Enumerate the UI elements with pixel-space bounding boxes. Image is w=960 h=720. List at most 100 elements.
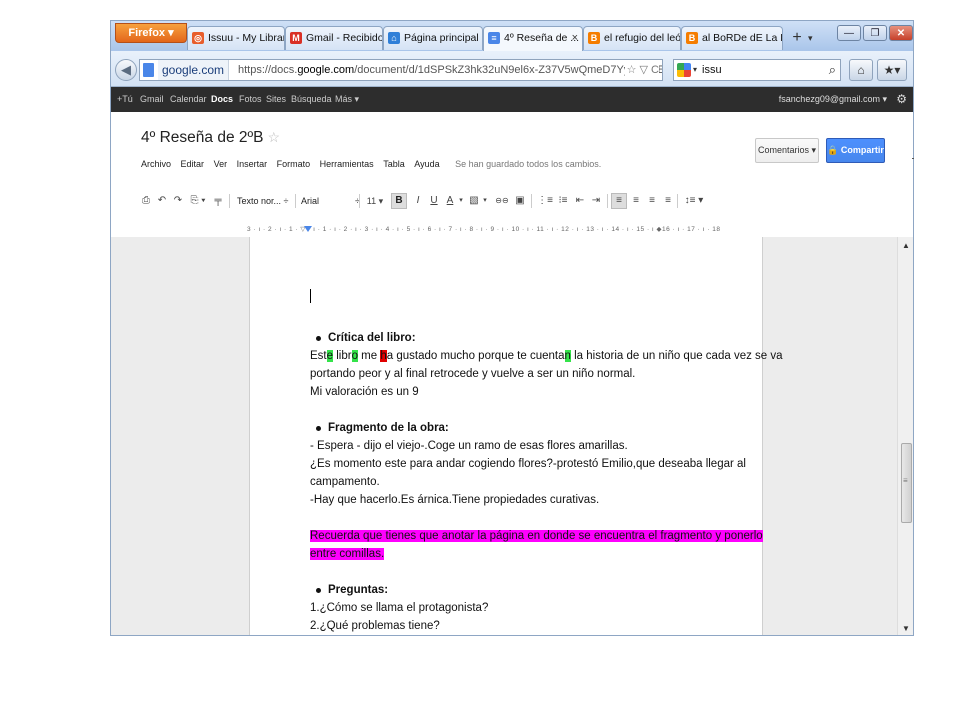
star-icon[interactable]: ☆: [268, 129, 281, 145]
critica-line-3[interactable]: Mi valoración es un 9: [310, 383, 419, 401]
toolbar-divider: [531, 194, 532, 208]
align-right-icon[interactable]: ≡: [645, 187, 659, 215]
search-input[interactable]: issu: [702, 60, 722, 80]
menu-herramientas[interactable]: Herramientas: [320, 159, 374, 169]
close-tab-icon[interactable]: ×: [572, 27, 578, 49]
bold-button[interactable]: B: [391, 193, 407, 209]
line-spacing-icon[interactable]: ↕≡ ▾: [681, 187, 707, 215]
reminder-line[interactable]: Recuerda que tienes que anotar la página…: [310, 527, 763, 545]
print-icon[interactable]: ⎙: [139, 187, 153, 215]
share-button[interactable]: 🔒 Compartir: [826, 138, 885, 163]
menu-ver[interactable]: Ver: [214, 159, 228, 169]
text-color-button[interactable]: A: [443, 187, 457, 215]
gbar-mas[interactable]: Más ▾: [335, 87, 359, 112]
url-text[interactable]: https://docs.google.com/document/d/1dSPS…: [238, 60, 662, 80]
new-tab-button[interactable]: +: [787, 29, 807, 47]
gear-icon[interactable]: ⚙: [896, 87, 907, 112]
scroll-down-icon[interactable]: ▼: [902, 624, 910, 633]
gbar-plus-tu[interactable]: +Tú: [117, 87, 133, 112]
chevron-down-icon[interactable]: ▾: [693, 60, 697, 80]
fragmento-line[interactable]: ¿Es momento este para andar cogiendo flo…: [310, 455, 746, 473]
vertical-scrollbar[interactable]: ▲ ≡ ▼: [897, 237, 913, 635]
indent-marker-icon[interactable]: [304, 226, 312, 232]
gbar-sites[interactable]: Sites: [266, 87, 286, 112]
comment-icon[interactable]: ▣: [513, 187, 527, 215]
menu-editar[interactable]: Editar: [181, 159, 205, 169]
highlight-color-icon[interactable]: ▧: [467, 187, 481, 215]
link-icon[interactable]: ⊖⊖: [493, 187, 511, 215]
font-size-select[interactable]: 11 ▾: [365, 187, 385, 215]
chevron-down-icon[interactable]: ▾: [481, 187, 489, 215]
tab-list-icon[interactable]: ▾: [808, 29, 820, 47]
heading-critica[interactable]: Crítica del libro:: [316, 329, 416, 347]
redo-icon[interactable]: ↷: [171, 187, 185, 215]
paint-format-icon[interactable]: ╤: [211, 187, 225, 215]
document-page[interactable]: Crítica del libro: Este libro me ha gust…: [249, 237, 783, 635]
gbar-busqueda[interactable]: Búsqueda: [291, 87, 332, 112]
back-button[interactable]: ◀: [115, 59, 137, 81]
undo-icon[interactable]: ↶: [155, 187, 169, 215]
scroll-up-icon[interactable]: ▲: [902, 241, 910, 250]
justify-icon[interactable]: ≡: [661, 187, 675, 215]
tab-issuu[interactable]: ◎ Issuu - My Library: [187, 26, 285, 50]
close-window-button[interactable]: ✕: [889, 25, 913, 41]
fragmento-line[interactable]: - Espera - dijo el viejo-.Coge un ramo d…: [310, 437, 628, 455]
fragmento-line[interactable]: -Hay que hacerlo.Es árnica.Tiene propied…: [310, 491, 599, 509]
tab-borde-de-la[interactable]: B al BoRDe dE La L...: [681, 26, 783, 50]
search-bar[interactable]: ▾ issu ⌕: [673, 59, 841, 81]
menu-formato[interactable]: Formato: [277, 159, 311, 169]
blogger-icon: B: [686, 32, 698, 44]
tab-resena-active[interactable]: ≡ 4º Reseña de ... ×: [483, 26, 583, 51]
menu-ayuda[interactable]: Ayuda: [414, 159, 439, 169]
italic-button[interactable]: I: [411, 187, 425, 215]
docs-favicon-icon: [143, 63, 154, 77]
restore-button[interactable]: ❐: [863, 25, 887, 41]
gbar-calendar[interactable]: Calendar: [170, 87, 207, 112]
underline-button[interactable]: U: [427, 187, 441, 215]
save-status: Se han guardado todos los cambios.: [455, 159, 602, 169]
url-action-icons[interactable]: ☆ ▽ C: [624, 60, 659, 80]
chevron-down-icon[interactable]: ▾: [457, 187, 465, 215]
decrease-indent-icon[interactable]: ⇤: [573, 187, 587, 215]
numbered-list-icon[interactable]: ⋮≡: [537, 187, 553, 215]
bullet-list-icon[interactable]: ⁝≡: [555, 187, 571, 215]
bookmarks-button[interactable]: ★▾: [877, 59, 907, 81]
tab-refugio-leon[interactable]: B el refugio del león: [583, 26, 681, 50]
reminder-line[interactable]: entre comillas.: [310, 545, 385, 563]
gbar-gmail[interactable]: Gmail: [140, 87, 164, 112]
heading-preguntas[interactable]: Preguntas:: [315, 581, 388, 599]
search-icon[interactable]: ⌕: [829, 60, 836, 80]
sites-icon: ⌂: [388, 32, 400, 44]
pregunta-line[interactable]: 2.¿Qué problemas tiene?: [310, 617, 440, 635]
tab-pagina-principal[interactable]: ⌂ Página principal ...: [383, 26, 483, 50]
site-identity-label[interactable]: google.com: [158, 60, 230, 80]
firefox-menu-button[interactable]: Firefox ▾: [115, 23, 187, 43]
critica-line-2[interactable]: portando peor y al final retrocede y vue…: [310, 365, 635, 383]
account-email[interactable]: fsanchezg09@gmail.com ▾: [779, 87, 887, 112]
minimize-button[interactable]: —: [837, 25, 861, 41]
align-left-icon[interactable]: ≡: [611, 193, 627, 209]
gbar-docs[interactable]: Docs: [211, 87, 233, 112]
gbar-fotos[interactable]: Fotos: [239, 87, 262, 112]
fragmento-line[interactable]: campamento.: [310, 473, 380, 491]
pregunta-line[interactable]: 1.¿Cómo se llama el protagonista?: [310, 599, 488, 617]
comments-button[interactable]: Comentarios ▾: [755, 138, 819, 163]
font-select[interactable]: Arial ÷: [301, 187, 360, 215]
menu-tabla[interactable]: Tabla: [383, 159, 405, 169]
menu-archivo[interactable]: Archivo: [141, 159, 171, 169]
url-bar[interactable]: google.com https://docs.google.com/docum…: [139, 59, 663, 81]
heading-fragmento[interactable]: Fragmento de la obra:: [316, 419, 449, 437]
clipboard-icon[interactable]: ⎘ ▾: [187, 187, 209, 215]
increase-indent-icon[interactable]: ⇥: [589, 187, 603, 215]
align-center-icon[interactable]: ≡: [629, 187, 643, 215]
document-title[interactable]: 4º Reseña de 2ºB ☆: [141, 129, 280, 147]
ruler[interactable]: 3 · ı · 2 · ı · 1 · ▽ · ı · 1 · ı · 2 · …: [247, 225, 759, 235]
critica-line-1[interactable]: Este libro me ha gustado mucho porque te…: [310, 347, 783, 365]
google-search-engine-icon[interactable]: [677, 63, 691, 77]
paragraph-style-select[interactable]: Texto nor... ÷: [237, 187, 289, 215]
tab-gmail[interactable]: M Gmail - Recibido...: [285, 26, 383, 50]
menu-insertar[interactable]: Insertar: [237, 159, 268, 169]
home-button[interactable]: ⌂: [849, 59, 873, 81]
issuu-icon: ◎: [192, 32, 204, 44]
scrollbar-thumb[interactable]: ≡: [901, 443, 912, 523]
